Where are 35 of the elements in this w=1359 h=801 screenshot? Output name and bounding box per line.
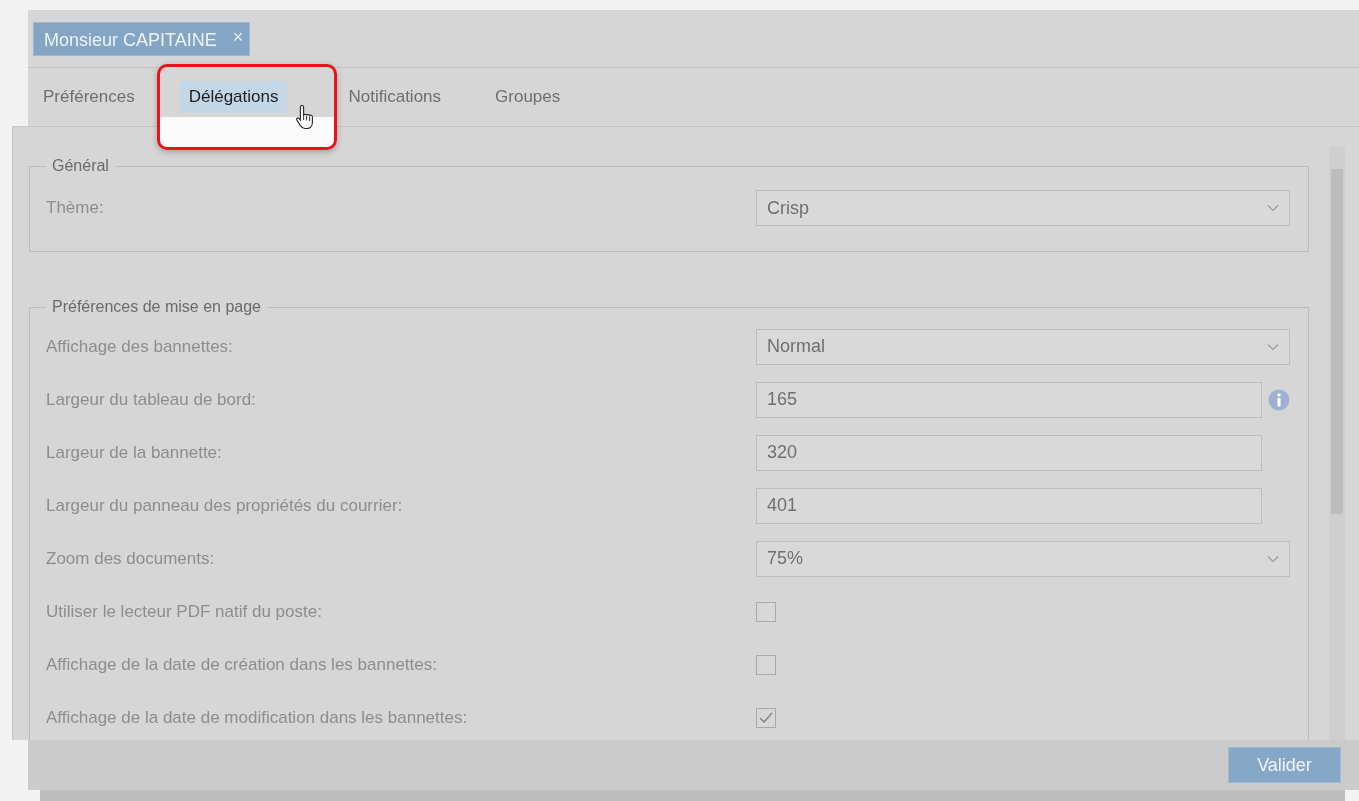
field-label: Largeur de la bannette: bbox=[46, 442, 223, 463]
field-label: Largeur du panneau des propriétés du courrier: bbox=[46, 495, 404, 516]
user-tab[interactable]: Monsieur CAPITAINE × bbox=[33, 22, 251, 56]
field-label: Utiliser le lecteur PDF natif du poste: bbox=[46, 601, 323, 622]
section-title: Général bbox=[51, 157, 110, 175]
checkbox[interactable] bbox=[756, 654, 776, 675]
field-label: Affichage de la date de modification dans les bannettes: bbox=[46, 707, 469, 728]
section-title: Préférences de mise en page bbox=[51, 298, 262, 316]
hand-cursor-icon bbox=[295, 104, 315, 130]
checkbox[interactable] bbox=[756, 707, 776, 728]
user-tab-label: Monsieur CAPITAINE bbox=[44, 30, 217, 51]
chevron-down-icon bbox=[1267, 342, 1279, 351]
tab[interactable]: Groupes bbox=[486, 81, 570, 113]
info-icon[interactable] bbox=[1268, 388, 1290, 411]
dropdown[interactable]: 75% bbox=[756, 540, 1290, 577]
scrollbar[interactable] bbox=[1329, 147, 1345, 740]
input-field[interactable]: 320 bbox=[756, 434, 1262, 471]
checkbox[interactable] bbox=[756, 601, 776, 622]
input-field[interactable]: 165 bbox=[756, 381, 1262, 418]
field-label: Affichage de la date de création dans les bannettes: bbox=[46, 654, 438, 675]
tab[interactable]: Délégations bbox=[179, 81, 288, 113]
field-label: Affichage des bannettes: bbox=[46, 336, 234, 357]
chevron-down-icon bbox=[1267, 204, 1279, 212]
tab[interactable]: Préférences bbox=[34, 81, 144, 113]
scrollbar[interactable] bbox=[40, 790, 1345, 801]
chevron-down-icon bbox=[1267, 554, 1279, 563]
dropdown[interactable]: Crisp bbox=[756, 190, 1290, 226]
tab[interactable]: Notifications bbox=[339, 81, 451, 113]
field-label: Largeur du tableau de bord: bbox=[46, 389, 257, 410]
close-icon[interactable]: × bbox=[232, 30, 244, 44]
dropdown[interactable]: Normal bbox=[756, 328, 1290, 365]
field-label: Zoom des documents: bbox=[46, 548, 216, 569]
field-label: Thème: bbox=[46, 198, 105, 218]
validate-button[interactable]: Valider bbox=[1228, 747, 1341, 783]
input-field[interactable]: 401 bbox=[756, 487, 1262, 524]
